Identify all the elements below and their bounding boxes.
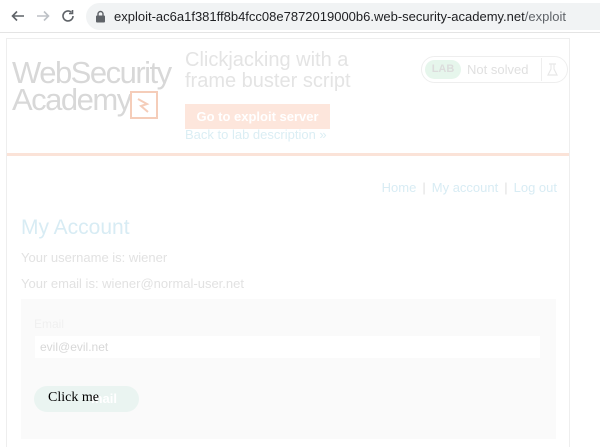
url-host: exploit-ac6a1f381ff8b4fcc08e7872019000b6…	[114, 9, 525, 24]
lock-icon	[96, 10, 105, 23]
nav-my-account-link[interactable]: My account	[432, 180, 498, 195]
nav-separator: |	[504, 180, 508, 195]
back-link-label: Back to lab description	[185, 127, 316, 142]
email-text: Your email is: wiener@normal-user.net	[21, 276, 244, 291]
change-email-form: Email evil@evil.net mail	[21, 299, 556, 439]
lab-status-widget: LAB Not solved	[421, 56, 568, 83]
framed-page: WebSecurity Academy Clickjacking with a …	[6, 38, 570, 447]
lab-header: WebSecurity Academy Clickjacking with a …	[7, 39, 569, 156]
lab-status-text: Not solved	[467, 62, 529, 77]
reload-icon[interactable]	[59, 7, 77, 25]
address-bar[interactable]: exploit-ac6a1f381ff8b4fcc08e7872019000b6…	[86, 3, 600, 30]
flask-icon	[541, 58, 562, 81]
email-input[interactable]: evil@evil.net	[34, 335, 541, 359]
lab-title: Clickjacking with a frame buster script	[185, 49, 351, 92]
nav-home-link[interactable]: Home	[382, 180, 417, 195]
chevron-right-icon: »	[319, 127, 327, 142]
back-to-lab-description-link[interactable]: Back to lab description »	[185, 127, 327, 142]
page-title: My Account	[21, 216, 130, 239]
go-to-exploit-server-button[interactable]: Go to exploit server	[185, 104, 330, 129]
username-text: Your username is: wiener	[21, 250, 168, 265]
academy-logo: WebSecurity Academy	[12, 55, 172, 119]
nav-separator: |	[422, 180, 426, 195]
lab-tag: LAB	[425, 60, 461, 79]
browser-toolbar: exploit-ac6a1f381ff8b4fcc08e7872019000b6…	[0, 0, 600, 33]
url-path: /exploit	[524, 9, 566, 24]
url-text: exploit-ac6a1f381ff8b4fcc08e7872019000b6…	[114, 9, 566, 24]
click-me-decoy[interactable]: Click me	[48, 390, 99, 406]
back-arrow-icon[interactable]	[9, 7, 27, 25]
forward-arrow-icon[interactable]	[34, 7, 52, 25]
nav-logout-link[interactable]: Log out	[514, 180, 557, 195]
logo-mark-icon	[130, 91, 158, 119]
email-label: Email	[34, 317, 65, 331]
top-navigation: Home | My account | Log out	[382, 180, 557, 195]
logo-line2: Academy	[12, 82, 132, 117]
